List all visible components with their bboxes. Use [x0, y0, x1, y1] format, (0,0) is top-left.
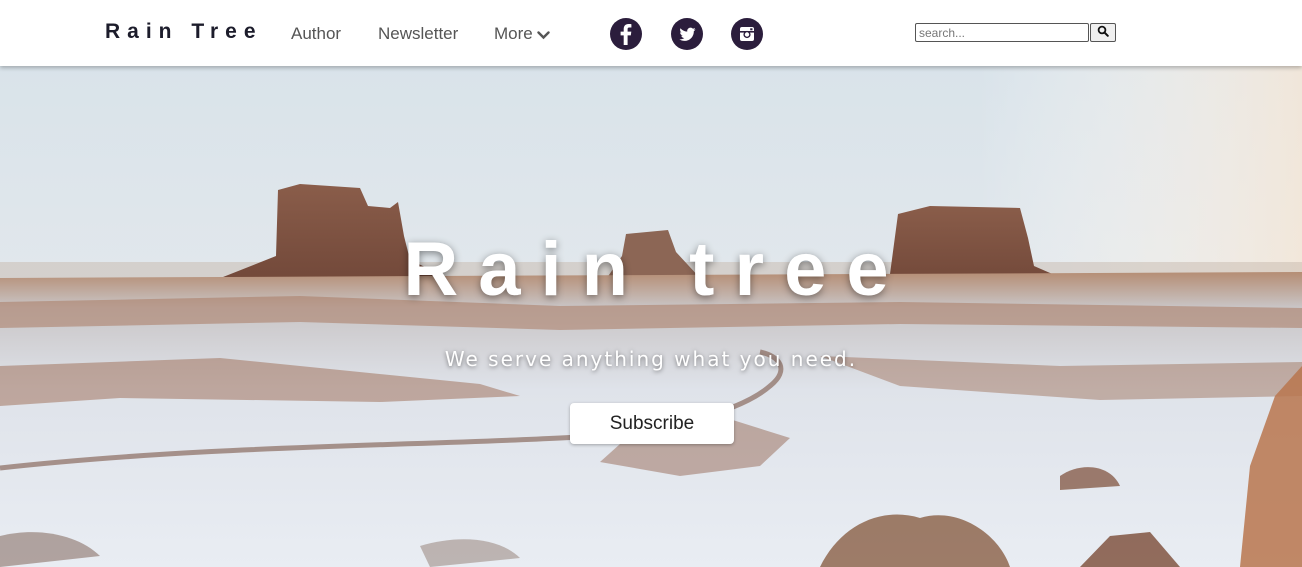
nav-link-author[interactable]: Author: [291, 24, 341, 44]
chevron-down-icon: [537, 25, 550, 45]
subscribe-button[interactable]: Subscribe: [570, 403, 734, 444]
instagram-icon[interactable]: [731, 18, 763, 50]
hero-background-image: [0, 66, 1302, 567]
twitter-icon[interactable]: [671, 18, 703, 50]
hero-section: Rain tree We serve anything what you nee…: [0, 66, 1302, 567]
search-icon: [1097, 25, 1109, 40]
nav-link-newsletter[interactable]: Newsletter: [378, 24, 458, 44]
hero-title: Rain tree: [403, 227, 909, 312]
nav-more-label: More: [494, 24, 533, 43]
hero-subtitle: We serve anything what you need.: [444, 347, 858, 371]
facebook-icon[interactable]: [610, 18, 642, 50]
search-input[interactable]: [915, 23, 1089, 42]
nav-link-more[interactable]: More: [494, 24, 550, 45]
top-navbar: Rain Tree Author Newsletter More: [0, 0, 1302, 66]
search-button[interactable]: [1090, 23, 1116, 42]
brand-logo[interactable]: Rain Tree: [105, 20, 263, 44]
